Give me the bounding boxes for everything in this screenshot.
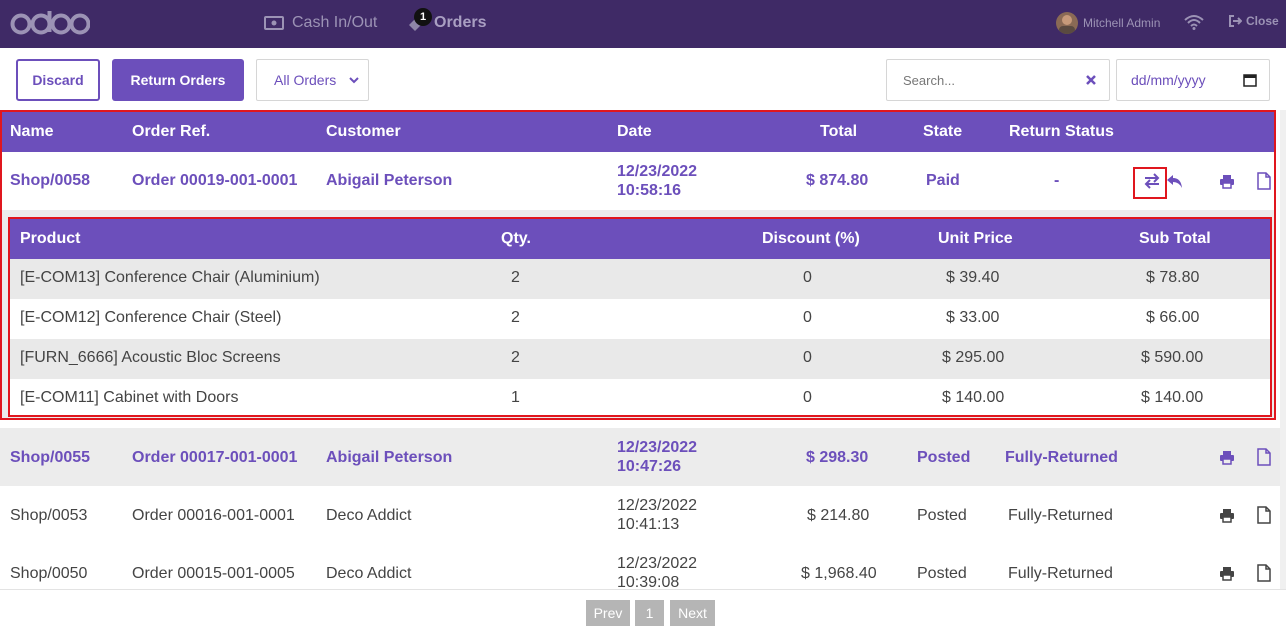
- table-row[interactable]: Shop/0055 Order 00017-001-0001 Abigail P…: [0, 428, 1286, 486]
- nav-orders-label: Orders: [434, 14, 487, 31]
- top-bar: Cash In/Out Orders 1 Mitchell Admin Clos…: [0, 0, 1286, 48]
- table-scrollbar[interactable]: [1280, 110, 1286, 590]
- print-icon[interactable]: [1219, 566, 1235, 581]
- document-icon[interactable]: [1257, 448, 1271, 466]
- order-customer: Deco Addict: [326, 565, 412, 582]
- order-date: 12/23/2022 10:39:08: [617, 554, 697, 592]
- order-return-status: Fully-Returned: [1005, 449, 1118, 466]
- order-name: Shop/0053: [10, 507, 88, 524]
- discard-button[interactable]: Discard: [16, 59, 100, 101]
- user-name: Mitchell Admin: [1083, 16, 1161, 30]
- order-total: $ 298.30: [806, 449, 869, 466]
- orders-filter-select[interactable]: All Orders: [256, 59, 369, 101]
- order-date-day: 12/23/2022: [617, 555, 698, 572]
- chevron-down-icon: [349, 77, 359, 84]
- order-date-day: 12/23/2022: [617, 439, 698, 456]
- order-total: $ 1,968.40: [801, 565, 877, 582]
- return-orders-button[interactable]: Return Orders: [112, 59, 244, 101]
- order-ref: Order 00016-001-0001: [132, 507, 295, 524]
- close-button[interactable]: Close: [1228, 14, 1279, 28]
- order-name: Shop/0055: [10, 449, 91, 466]
- order-highlight: [0, 110, 1276, 420]
- print-icon[interactable]: [1219, 450, 1235, 465]
- wifi-icon: [1184, 14, 1204, 35]
- order-return-status: Fully-Returned: [1008, 507, 1113, 524]
- page-number[interactable]: 1: [635, 600, 664, 626]
- calendar-icon[interactable]: [1243, 73, 1257, 87]
- order-return-status: Fully-Returned: [1008, 565, 1113, 582]
- document-icon[interactable]: [1257, 506, 1271, 524]
- order-ref: Order 00017-001-0001: [132, 449, 298, 466]
- document-icon[interactable]: [1257, 564, 1271, 582]
- next-page-button[interactable]: Next: [670, 600, 715, 626]
- prev-page-button[interactable]: Prev: [586, 600, 630, 626]
- order-state: Posted: [917, 565, 967, 582]
- order-customer: Abigail Peterson: [326, 449, 453, 466]
- pager-divider: [0, 589, 1286, 590]
- order-state: Posted: [917, 449, 971, 466]
- nav-cash-in-out[interactable]: Cash In/Out: [264, 14, 377, 32]
- order-date: 12/23/2022 10:41:13: [617, 496, 697, 534]
- date-placeholder: dd/mm/yyyy: [1131, 72, 1206, 88]
- order-customer: Deco Addict: [326, 507, 412, 524]
- order-total: $ 214.80: [807, 507, 870, 524]
- print-icon[interactable]: [1219, 508, 1235, 523]
- order-ref: Order 00015-001-0005: [132, 565, 295, 582]
- order-date: 12/23/2022 10:47:26: [617, 438, 697, 476]
- avatar: [1056, 12, 1078, 34]
- sign-out-icon: [1229, 15, 1242, 27]
- search-input[interactable]: Search...: [886, 59, 1110, 101]
- clear-search-icon[interactable]: [1085, 74, 1097, 86]
- order-date-time: 10:47:26: [617, 458, 682, 475]
- search-placeholder: Search...: [903, 72, 956, 88]
- order-name: Shop/0050: [10, 565, 88, 582]
- cash-icon: [264, 16, 284, 30]
- order-state: Posted: [917, 507, 967, 524]
- odoo-logo: [10, 9, 90, 39]
- user-menu[interactable]: Mitchell Admin: [1056, 12, 1160, 34]
- filter-value: All Orders: [274, 72, 337, 88]
- close-label: Close: [1246, 14, 1279, 28]
- order-date-day: 12/23/2022: [617, 497, 698, 514]
- table-row[interactable]: Shop/0050 Order 00015-001-0005 Deco Addi…: [0, 544, 1286, 592]
- orders-badge: 1: [414, 8, 432, 26]
- nav-cash-label: Cash In/Out: [292, 14, 378, 31]
- order-date-time: 10:41:13: [617, 516, 680, 533]
- date-filter-input[interactable]: dd/mm/yyyy: [1116, 59, 1270, 101]
- table-row[interactable]: Shop/0053 Order 00016-001-0001 Deco Addi…: [0, 486, 1286, 544]
